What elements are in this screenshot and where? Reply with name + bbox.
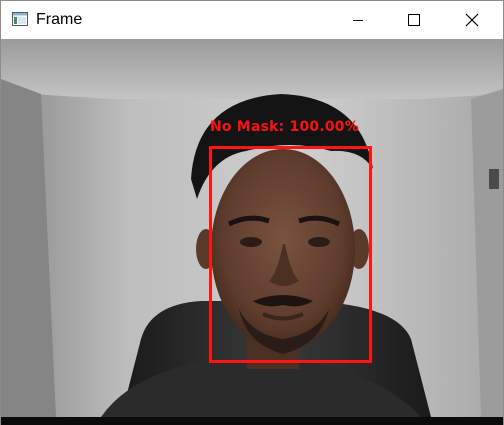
maximize-icon	[408, 14, 420, 26]
app-window: Frame No Mask: 100.00%	[0, 0, 504, 425]
window-title: Frame	[36, 11, 83, 28]
close-icon	[465, 13, 479, 27]
app-window-icon	[12, 12, 28, 26]
minimize-icon	[353, 20, 363, 21]
title-bar[interactable]: Frame	[1, 1, 503, 39]
frame-bottom-border	[1, 417, 503, 425]
minimize-button[interactable]	[335, 1, 381, 39]
close-button[interactable]	[449, 1, 495, 39]
detection-label: No Mask: 100.00%	[210, 119, 359, 135]
face-detection-box	[209, 146, 372, 363]
maximize-button[interactable]	[391, 1, 437, 39]
video-frame: No Mask: 100.00%	[1, 39, 503, 417]
